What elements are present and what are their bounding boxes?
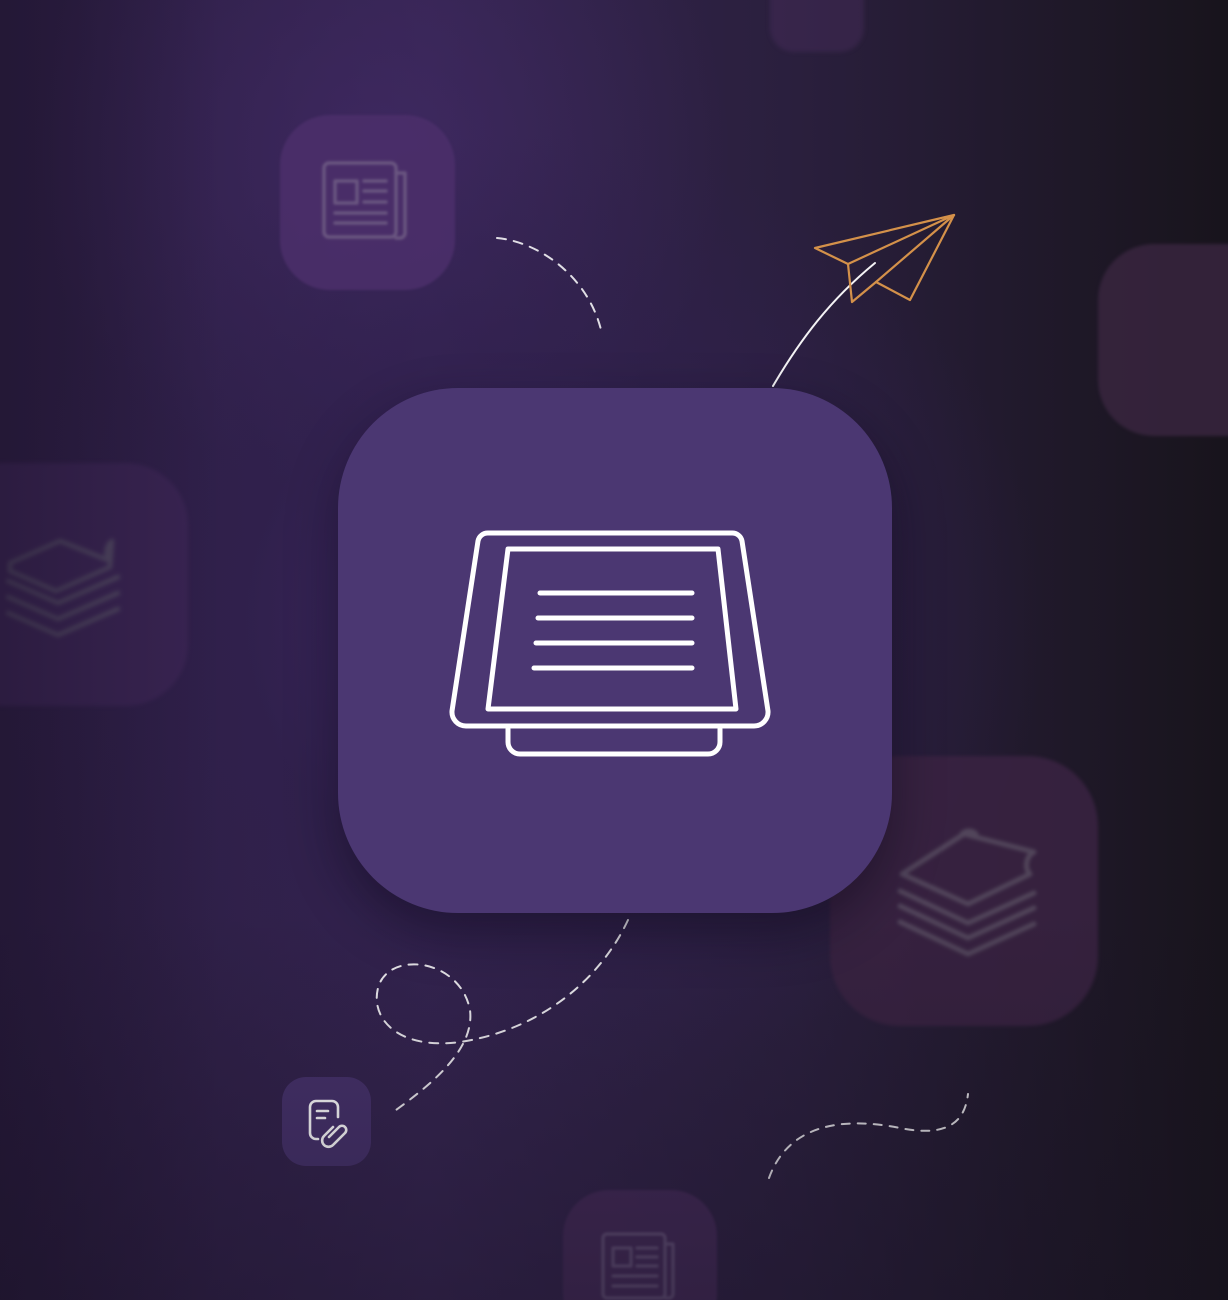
dashed-loop (375, 919, 629, 1111)
illustration-canvas (0, 0, 1228, 1300)
background-tile-layers-left (0, 463, 188, 706)
newspaper-icon (601, 1232, 675, 1300)
layers-icon (5, 538, 121, 638)
dashed-curve-bottom (768, 1093, 969, 1179)
newspaper-icon (322, 161, 407, 240)
tablet-stand-icon (449, 530, 771, 757)
background-tile-top (770, 0, 864, 52)
dashed-arc-top (496, 237, 603, 335)
paper-plane-icon (813, 213, 956, 304)
background-tile-newspaper-bottom (563, 1190, 717, 1300)
plane-trail (772, 262, 876, 387)
document-tile (282, 1077, 371, 1166)
main-feature-tile (338, 388, 892, 913)
background-tile-newspaper (280, 115, 455, 290)
document-attachment-icon (308, 1099, 348, 1149)
background-tile-right (1098, 244, 1228, 436)
